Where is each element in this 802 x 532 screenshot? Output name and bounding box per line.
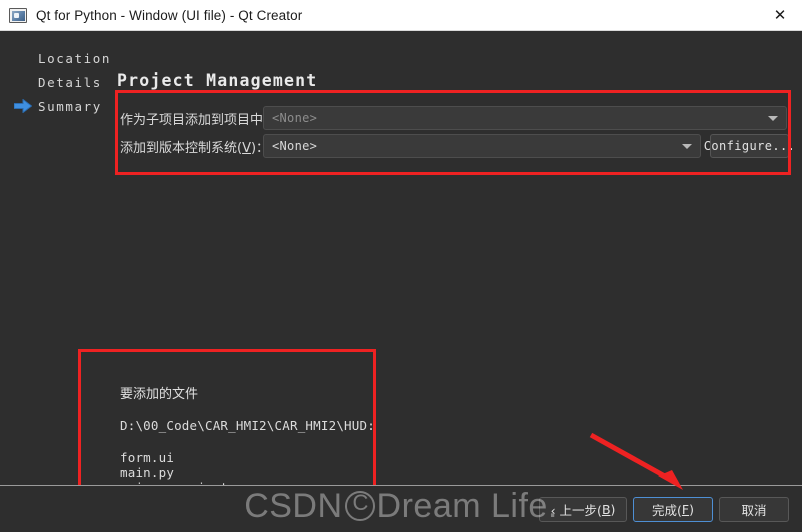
blue-right-arrow-icon: [14, 99, 32, 113]
finish-button-prefix: 完成(: [652, 503, 682, 518]
cancel-button[interactable]: 取消: [719, 497, 789, 522]
page-title: Project Management: [117, 71, 318, 90]
previous-button-mnemonic: B: [601, 502, 611, 517]
dialog-body: Location Details Summary Project Managem…: [0, 31, 802, 508]
finish-button[interactable]: 完成(F): [633, 497, 713, 522]
sidebar-item-details[interactable]: Details: [38, 75, 102, 90]
finish-button-mnemonic: F: [681, 502, 690, 517]
sidebar-item-location[interactable]: Location: [38, 51, 111, 66]
previous-button-prefix: ‹ 上一步(: [550, 503, 602, 518]
annotation-box-version-control: [115, 90, 791, 175]
previous-button-suffix: ): [610, 502, 616, 517]
sidebar-item-summary[interactable]: Summary: [38, 99, 102, 114]
qt-creator-icon: [9, 7, 27, 23]
close-icon[interactable]: ✕: [758, 0, 802, 30]
previous-button[interactable]: ‹ 上一步(B): [539, 497, 627, 522]
window-titlebar: Qt for Python - Window (UI file) - Qt Cr…: [0, 0, 802, 31]
window-title: Qt for Python - Window (UI file) - Qt Cr…: [36, 7, 303, 23]
red-arrow-annotation-icon: [589, 432, 683, 490]
finish-button-suffix: ): [689, 502, 694, 517]
qt-creator-wizard-window: Qt for Python - Window (UI file) - Qt Cr…: [0, 0, 802, 532]
